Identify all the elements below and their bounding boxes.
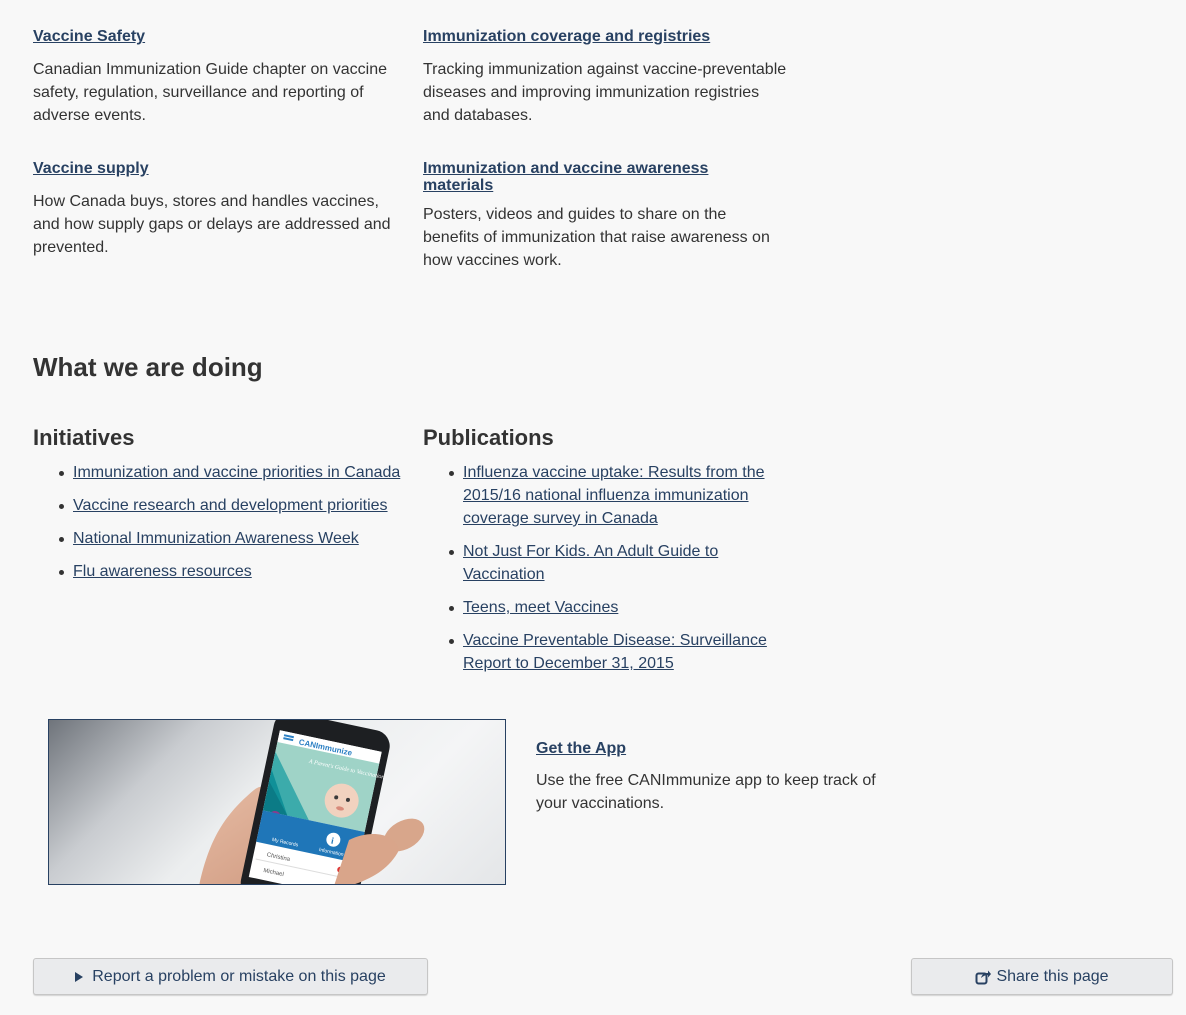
initiatives-list: Immunization and vaccine priorities in C… [33, 461, 403, 593]
publications-heading: Publications [423, 425, 554, 450]
list-item: Teens, meet Vaccines [423, 596, 778, 619]
initiative-link[interactable]: Immunization and vaccine priorities in C… [73, 464, 400, 481]
list-item: Vaccine research and development priorit… [33, 494, 403, 517]
share-icon [975, 969, 992, 985]
phone-in-hand-illustration: CANImmunize A Parent's Guide to Vaccinat… [199, 720, 425, 884]
caret-right-icon [75, 971, 84, 982]
app-promo-image[interactable]: CANImmunize A Parent's Guide to Vaccinat… [48, 719, 506, 885]
publication-link[interactable]: Influenza vaccine uptake: Results from t… [463, 464, 765, 527]
topic-awareness-materials: Immunization and vaccine awareness mater… [423, 160, 773, 272]
topic-title-link[interactable]: Vaccine Safety [33, 28, 398, 45]
list-item: Vaccine Preventable Disease: Surveillanc… [423, 629, 778, 675]
initiative-link[interactable]: Vaccine research and development priorit… [73, 497, 388, 514]
section-heading: What we are doing [33, 352, 263, 382]
topic-description: Canadian Immunization Guide chapter on v… [33, 61, 387, 124]
list-item: Influenza vaccine uptake: Results from t… [423, 461, 778, 530]
list-item: National Immunization Awareness Week [33, 527, 403, 550]
initiatives-heading: Initiatives [33, 425, 135, 450]
report-problem-label: Report a problem or mistake on this page [92, 967, 386, 985]
topic-immunization-coverage: Immunization coverage and registries Tra… [423, 28, 788, 127]
share-page-label: Share this page [996, 967, 1109, 985]
publication-link[interactable]: Vaccine Preventable Disease: Surveillanc… [463, 632, 767, 672]
report-problem-button[interactable]: Report a problem or mistake on this page [33, 958, 428, 995]
publication-link[interactable]: Teens, meet Vaccines [463, 599, 618, 616]
topic-vaccine-supply: Vaccine supply How Canada buys, stores a… [33, 160, 398, 259]
topic-vaccine-safety: Vaccine Safety Canadian Immunization Gui… [33, 28, 398, 127]
topic-description: Tracking immunization against vaccine-pr… [423, 61, 787, 124]
app-description: Use the free CANImmunize app to keep tra… [536, 772, 876, 812]
publications-list: Influenza vaccine uptake: Results from t… [423, 461, 778, 685]
topic-description: How Canada buys, stores and handles vacc… [33, 193, 391, 256]
initiative-link[interactable]: Flu awareness resources [73, 563, 252, 580]
list-item: Immunization and vaccine priorities in C… [33, 461, 403, 484]
topic-title-link[interactable]: Vaccine supply [33, 160, 398, 177]
initiative-link[interactable]: National Immunization Awareness Week [73, 530, 359, 547]
topic-description: Posters, videos and guides to share on t… [423, 206, 770, 269]
share-page-button[interactable]: Share this page [911, 958, 1173, 995]
topic-title-link[interactable]: Immunization coverage and registries [423, 28, 788, 45]
publication-link[interactable]: Not Just For Kids. An Adult Guide to Vac… [463, 543, 718, 583]
list-item: Flu awareness resources [33, 560, 403, 583]
get-app-link[interactable]: Get the App [536, 740, 626, 758]
topic-title-link[interactable]: Immunization and vaccine awareness mater… [423, 160, 723, 194]
list-item: Not Just For Kids. An Adult Guide to Vac… [423, 540, 778, 586]
